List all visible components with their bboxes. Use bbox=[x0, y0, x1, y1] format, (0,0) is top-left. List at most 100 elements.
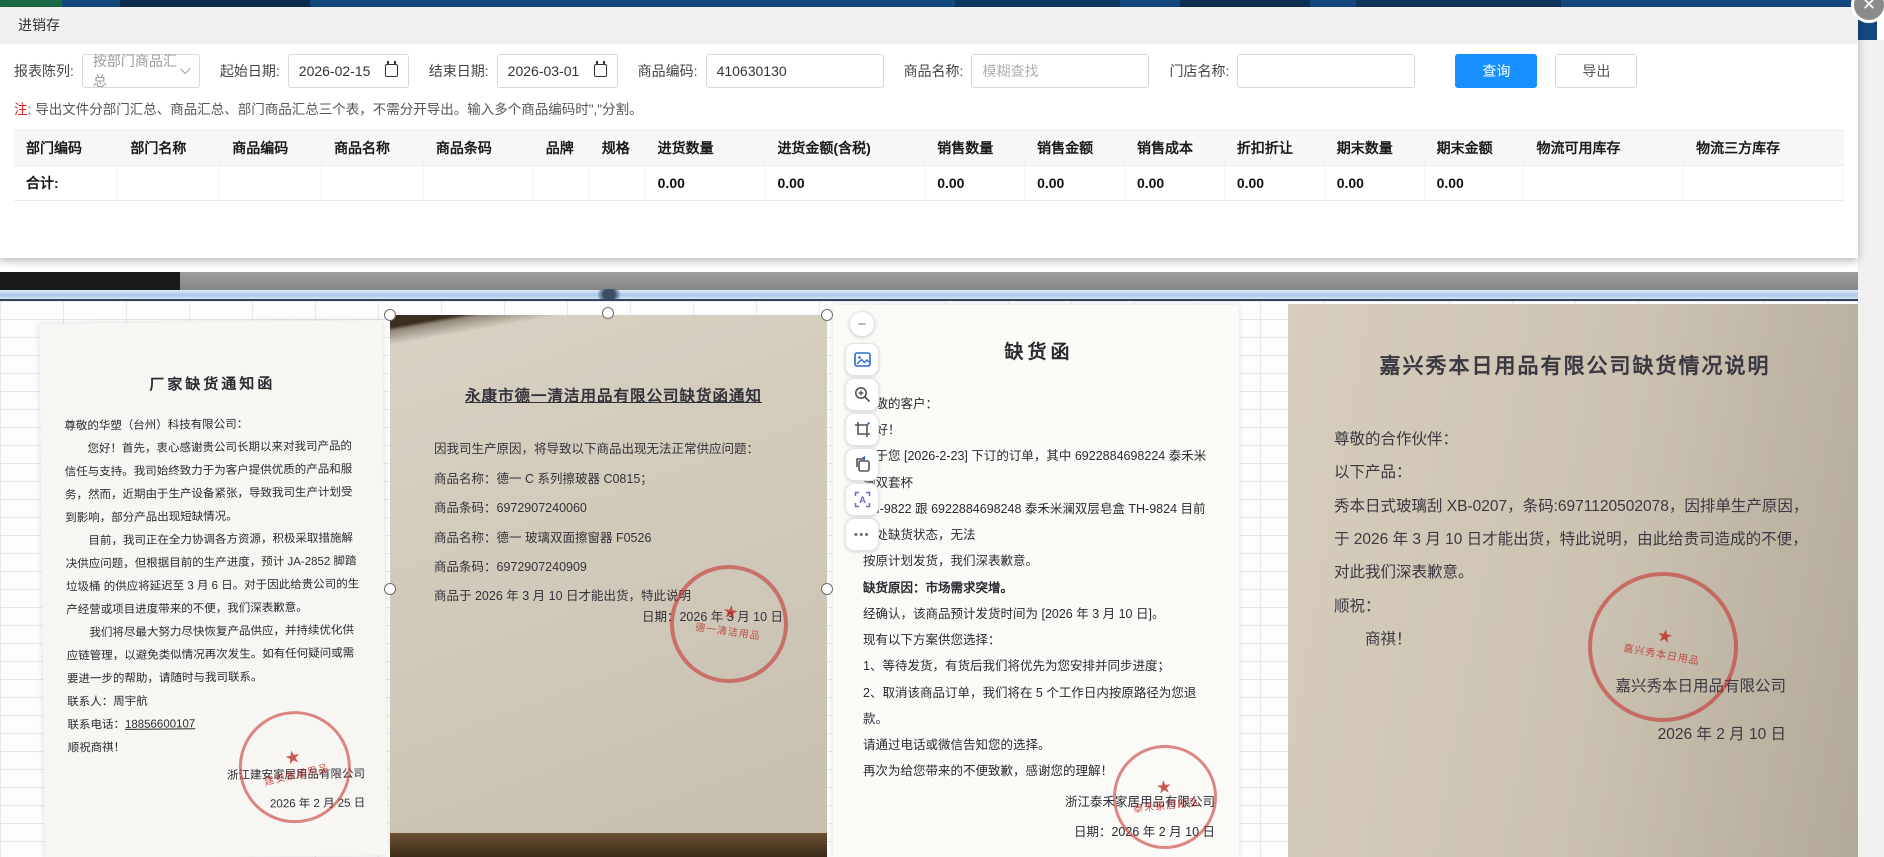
totals-cell bbox=[117, 165, 221, 201]
doc1-date: 2026 年 2 月 25 日 bbox=[269, 797, 366, 811]
screen: ✕ 进销存 报表陈列: 按部门商品汇总 起始日期: 2026-02-15 结束日… bbox=[0, 0, 1884, 857]
doc2-date: 日期：2026 年 3 月 10 日 bbox=[641, 610, 783, 624]
column-header: 部门编码 bbox=[14, 130, 119, 166]
start-date-label: 起始日期: bbox=[219, 62, 280, 79]
store-name-input[interactable] bbox=[1237, 53, 1416, 88]
topbar-segment bbox=[1180, 0, 1310, 7]
topbar-segment bbox=[1356, 0, 1561, 7]
calendar-icon[interactable] bbox=[593, 61, 607, 77]
report-type-value: 按部门商品汇总 bbox=[92, 52, 177, 89]
crop-icon[interactable] bbox=[845, 413, 879, 446]
doc2-line: 商品条码：6972907240060 bbox=[434, 501, 587, 516]
doc3-title: 缺货函 bbox=[1004, 342, 1074, 363]
selection-handle-top-center[interactable] bbox=[602, 307, 614, 319]
doc2-title: 永康市德一清洁用品有限公司缺货函通知 bbox=[464, 388, 762, 405]
doc3-line: 再次为给您带来的不便致歉，感谢您的理解！ bbox=[863, 764, 1114, 779]
selection-handle-mid-right[interactable] bbox=[821, 583, 833, 595]
sheet-horizontal-scrollbar[interactable] bbox=[0, 272, 1858, 290]
doc3-line: 请通过电话或微信告知您的选择。 bbox=[863, 738, 1051, 753]
totals-cell bbox=[423, 165, 534, 201]
doc3-line: 关于您 [2026-2-23] 下订的订单，其中 6922884698224 泰… bbox=[863, 449, 1207, 490]
doc1-closing: 顺祝商祺！ bbox=[67, 741, 126, 755]
selection-handle-top-right[interactable] bbox=[821, 309, 833, 321]
horizontal-scrollbar-thumb[interactable] bbox=[0, 272, 180, 290]
start-date-input[interactable]: 2026-02-15 bbox=[287, 53, 409, 88]
zoom-in-icon[interactable] bbox=[845, 378, 879, 411]
report-type-label: 报表陈列: bbox=[14, 62, 74, 79]
totals-row: 合计: 0.00 0.00 0.00 0.00 0.00 0.00 0.00 0… bbox=[14, 165, 1844, 201]
summary-table-wrap: 部门编码 部门名称 商品编码 商品名称 商品条码 品牌 规格 进货数量 进货金额… bbox=[14, 130, 1844, 201]
topbar-segment bbox=[120, 0, 310, 7]
doc1-phone-value: 18856600107 bbox=[124, 718, 196, 731]
column-header: 部门名称 bbox=[117, 130, 221, 166]
totals-cell bbox=[1683, 165, 1844, 201]
doc1-line: 尊敬的华塑（台州）科技有限公司： bbox=[64, 418, 249, 433]
selection-handle-top-left[interactable] bbox=[384, 309, 396, 321]
note-prefix: 注: bbox=[14, 102, 32, 117]
note-text: 导出文件分部门汇总、商品汇总、部门商品汇总三个表，不需分开导出。输入多个商品编码… bbox=[35, 102, 643, 117]
doc3-line: 现有以下方案供您选择： bbox=[863, 633, 1001, 648]
inventory-report-modal: 进销存 报表陈列: 按部门商品汇总 起始日期: 2026-02-15 结束日期:… bbox=[0, 7, 1858, 258]
doc1-company: 浙江建安家居用品有限公司 bbox=[226, 768, 366, 782]
doc3-line: 经确认，该商品预计发货时间为 [2026 年 3 月 10 日]。 bbox=[863, 606, 1165, 621]
doc4-line: 尊敬的合作伙伴： bbox=[1334, 431, 1459, 449]
totals-cell bbox=[589, 165, 646, 201]
column-header: 销售金额 bbox=[1024, 130, 1125, 166]
doc3-line: 按原计划发货，我们深表歉意。 bbox=[863, 554, 1039, 569]
doc1-phone-label: 联系电话： bbox=[67, 718, 125, 732]
query-button[interactable]: 查询 bbox=[1455, 53, 1538, 88]
browser-topbar bbox=[0, 0, 1877, 7]
doc-xiuben-shortage-statement[interactable]: 嘉兴秀本日用品有限公司缺货情况说明 尊敬的合作伙伴： 以下产品： 秀本日式玻璃刮… bbox=[1288, 304, 1858, 857]
totals-cell bbox=[1523, 165, 1685, 201]
totals-cell: 0.00 bbox=[1024, 165, 1125, 201]
totals-cell: 0.00 bbox=[1224, 165, 1325, 201]
doc3-line: TH-9822 跟 6922884698248 泰禾米澜双层皂盒 TH-9824… bbox=[863, 501, 1206, 543]
doc4-line: 以下产品： bbox=[1334, 464, 1412, 482]
totals-cell bbox=[219, 165, 323, 201]
column-header: 进货数量 bbox=[645, 130, 766, 166]
end-date-label: 结束日期: bbox=[428, 62, 489, 79]
doc-taihe-shortage-letter[interactable]: 缺货函 尊敬的客户： 您好！ 关于您 [2026-2-23] 下订的订单，其中 … bbox=[833, 305, 1239, 857]
ocr-text-icon[interactable]: A bbox=[845, 483, 879, 516]
column-header: 商品名称 bbox=[321, 130, 424, 166]
doc-deyi-shortage-notice[interactable]: 永康市德一清洁用品有限公司缺货函通知 因我司生产原因，将导致以下商品出现无法正常… bbox=[390, 315, 827, 857]
column-header: 期末金额 bbox=[1424, 130, 1525, 166]
product-name-input[interactable] bbox=[971, 53, 1150, 88]
product-name-label: 商品名称: bbox=[903, 62, 964, 79]
sku-input[interactable] bbox=[705, 53, 884, 88]
doc4-title: 嘉兴秀本日用品有限公司缺货情况说明 bbox=[1379, 355, 1771, 378]
doc3-company: 浙江泰禾家居用品有限公司 bbox=[1064, 794, 1215, 809]
calendar-icon[interactable] bbox=[384, 61, 398, 77]
report-type-select[interactable]: 按部门商品汇总 bbox=[81, 52, 200, 89]
totals-cell: 0.00 bbox=[764, 165, 926, 201]
doc2-line: 商品条码：6972907240909 bbox=[434, 559, 587, 574]
copy-icon[interactable] bbox=[845, 448, 879, 481]
insert-image-icon[interactable] bbox=[845, 343, 879, 376]
doc1-contact: 联系人：周宇航 bbox=[67, 695, 148, 709]
doc3-line: 尊敬的客户： bbox=[863, 396, 939, 411]
doc1-line: 我们将尽最大努力尽快恢复产品供应，并持续优化供应链管理，以避免类似情况再次发生。… bbox=[66, 624, 355, 686]
doc-factory-shortage-letter[interactable]: 厂家缺货通知函 尊敬的华塑（台州）科技有限公司： 您好！首先，衷心感谢贵公司长期… bbox=[39, 320, 388, 857]
page-title: 进销存 bbox=[0, 7, 1858, 44]
totals-cell bbox=[321, 165, 424, 201]
totals-cell: 0.00 bbox=[1424, 165, 1525, 201]
query-form: 报表陈列: 按部门商品汇总 起始日期: 2026-02-15 结束日期: 202… bbox=[0, 44, 1858, 89]
doc2-line: 因我司生产原因，将导致以下商品出现无法正常供应问题： bbox=[434, 442, 760, 457]
column-header: 规格 bbox=[589, 130, 646, 166]
doc1-line: 目前，我司正在全力协调各方资源，积极采取措施解决供应问题，但根据目前的生产进度，… bbox=[65, 532, 360, 617]
column-header: 折扣折让 bbox=[1224, 130, 1325, 166]
totals-cell bbox=[533, 165, 590, 201]
doc4-date: 2026 年 2 月 10 日 bbox=[1657, 725, 1786, 743]
page-vertical-scrollbar[interactable] bbox=[1858, 40, 1884, 857]
doc3-line: 缺货原因：市场需求突增。 bbox=[863, 580, 1014, 595]
more-icon[interactable]: ••• bbox=[845, 518, 879, 551]
collapse-minus-icon[interactable]: − bbox=[849, 311, 875, 337]
doc4-line: 秀本日式玻璃刮 XB-0207，条码:6971120502078，因排单生产原因… bbox=[1334, 497, 1809, 582]
column-header: 物流三方库存 bbox=[1683, 130, 1844, 166]
selection-handle-mid-left[interactable] bbox=[384, 583, 396, 595]
doc1-title: 厂家缺货通知函 bbox=[149, 375, 276, 394]
export-button[interactable]: 导出 bbox=[1555, 53, 1638, 88]
end-date-input[interactable]: 2026-03-01 bbox=[496, 53, 618, 88]
splitter-bar[interactable] bbox=[0, 290, 1858, 299]
topbar-green-segment bbox=[0, 0, 62, 7]
